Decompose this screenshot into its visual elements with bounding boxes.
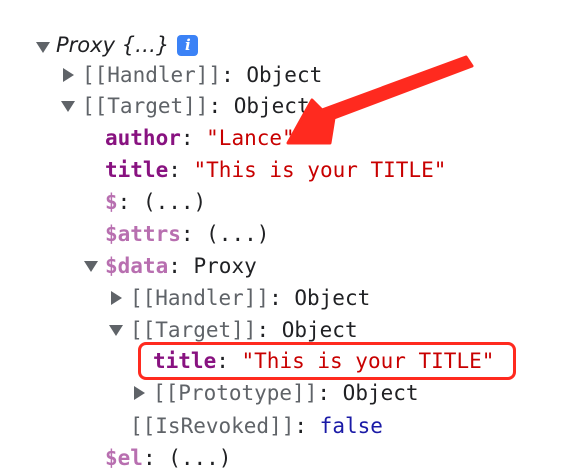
annotation-arrow [286,55,474,145]
arrow-icon [286,55,474,145]
